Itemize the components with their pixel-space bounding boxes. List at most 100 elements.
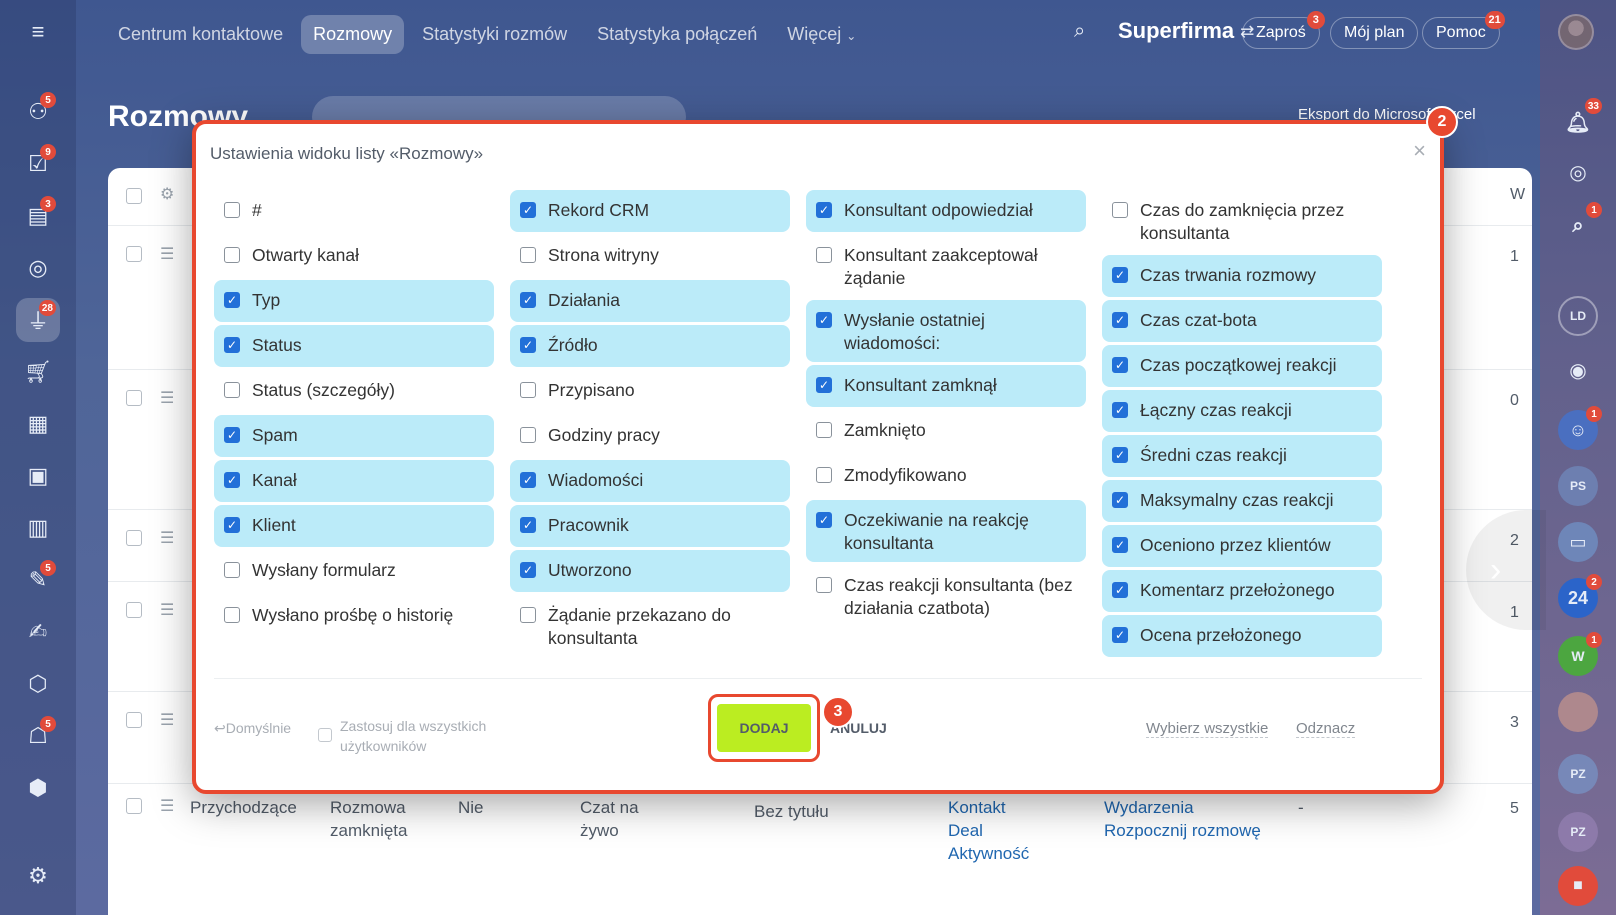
avatar-ld[interactable]: LD bbox=[1558, 296, 1598, 336]
select-all-link[interactable]: Wybierz wszystkie bbox=[1146, 720, 1269, 738]
nav-more[interactable]: Więcej ⌄ bbox=[775, 15, 868, 54]
analytics-icon[interactable]: ▥ bbox=[16, 506, 60, 550]
column-option[interactable]: ✓ Pracownik bbox=[510, 505, 790, 547]
column-option[interactable]: ✓ Konsultant odpowiedział bbox=[806, 190, 1086, 232]
menu-icon[interactable]: ≡ bbox=[16, 10, 60, 54]
add-button[interactable]: DODAJ bbox=[717, 704, 811, 752]
messages-icon[interactable]: ▭ bbox=[1558, 522, 1598, 562]
column-option[interactable]: Czas reakcji konsultanta (bez działania … bbox=[806, 565, 1086, 627]
drag-handle-icon[interactable]: ☰ bbox=[160, 796, 174, 816]
checkbox-unchecked-icon[interactable] bbox=[520, 427, 536, 443]
avatar-w[interactable]: W1 bbox=[1558, 632, 1602, 676]
nav-conversations[interactable]: Rozmowy bbox=[301, 14, 405, 54]
column-option[interactable]: Wysłany formularz bbox=[214, 550, 494, 592]
cart-icon[interactable]: 🛒︎ bbox=[16, 350, 60, 394]
column-option[interactable]: Wysłano prośbę o historię bbox=[214, 595, 494, 637]
cube-icon[interactable]: ⬢ bbox=[16, 766, 60, 810]
column-option[interactable]: Czas do zamknięcia przez konsultanta bbox=[1102, 190, 1382, 252]
avatar-pz-2[interactable]: PZ bbox=[1558, 812, 1598, 852]
column-option[interactable]: Otwarty kanał bbox=[214, 235, 494, 277]
column-option[interactable]: ✓ Komentarz przełożonego bbox=[1102, 570, 1382, 612]
checkbox-checked-icon[interactable]: ✓ bbox=[224, 517, 240, 533]
column-option[interactable]: ✓ Wysłanie ostatniej wiadomości: bbox=[806, 300, 1086, 362]
column-option[interactable]: ✓ Spam bbox=[214, 415, 494, 457]
cell-crm-activity[interactable]: Aktywność bbox=[948, 842, 1029, 865]
drag-handle-icon[interactable]: ☰ bbox=[160, 388, 174, 408]
gear-icon[interactable]: ⚙︎ bbox=[160, 184, 174, 204]
checkbox-unchecked-icon[interactable] bbox=[816, 577, 832, 593]
checkbox-unchecked-icon[interactable] bbox=[520, 247, 536, 263]
column-option[interactable]: Przypisano bbox=[510, 370, 790, 412]
checkbox-checked-icon[interactable]: ✓ bbox=[1112, 402, 1128, 418]
checkbox-checked-icon[interactable]: ✓ bbox=[520, 517, 536, 533]
avatar-pz-1[interactable]: PZ bbox=[1558, 754, 1598, 794]
column-option[interactable]: ✓ Maksymalny czas reakcji bbox=[1102, 480, 1382, 522]
column-option[interactable]: ✓ Czas czat-bota bbox=[1102, 300, 1382, 342]
column-option[interactable]: ✓ Ocena przełożonego bbox=[1102, 615, 1382, 657]
cell-action-start[interactable]: Rozpocznij rozmowę bbox=[1104, 819, 1261, 842]
row-checkbox[interactable] bbox=[126, 798, 142, 814]
checkbox-checked-icon[interactable]: ✓ bbox=[520, 562, 536, 578]
column-option[interactable]: ✓ Łączny czas reakcji bbox=[1102, 390, 1382, 432]
checkbox-unchecked-icon[interactable] bbox=[816, 422, 832, 438]
checkbox-checked-icon[interactable]: ✓ bbox=[1112, 447, 1128, 463]
checkbox-checked-icon[interactable]: ✓ bbox=[520, 202, 536, 218]
drag-handle-icon[interactable]: ☰ bbox=[160, 528, 174, 548]
column-option[interactable]: Konsultant zaakceptował żądanie bbox=[806, 235, 1086, 297]
avatar-ps[interactable]: PS bbox=[1558, 466, 1598, 506]
help-button[interactable]: Pomoc 21 bbox=[1422, 11, 1505, 49]
column-option[interactable]: ✓ Typ bbox=[214, 280, 494, 322]
checkbox-checked-icon[interactable]: ✓ bbox=[224, 292, 240, 308]
checkbox-checked-icon[interactable]: ✓ bbox=[1112, 582, 1128, 598]
checkbox-checked-icon[interactable]: ✓ bbox=[224, 427, 240, 443]
checkbox-checked-icon[interactable]: ✓ bbox=[520, 337, 536, 353]
deselect-link[interactable]: Odznacz bbox=[1296, 720, 1356, 738]
cell-crm-contact[interactable]: Kontakt bbox=[948, 796, 1006, 819]
cell-action-events[interactable]: Wydarzenia bbox=[1104, 796, 1194, 819]
column-option[interactable]: ✓ Średni czas reakcji bbox=[1102, 435, 1382, 477]
checkbox-checked-icon[interactable]: ✓ bbox=[816, 512, 832, 528]
copilot-icon[interactable]: ◉ bbox=[1558, 350, 1598, 390]
checkbox-unchecked-icon[interactable] bbox=[1112, 202, 1128, 218]
sidebar-item-documents[interactable]: ✎ 5 bbox=[16, 558, 60, 602]
avatar-photo[interactable] bbox=[1558, 692, 1598, 732]
nav-contact-center[interactable]: Centrum kontaktowe bbox=[106, 15, 295, 54]
search-icon[interactable]: ⌕ bbox=[1074, 20, 1085, 43]
calendar-icon[interactable]: ▣ bbox=[16, 454, 60, 498]
invite-button[interactable]: Zaproś 3 bbox=[1242, 11, 1325, 49]
checkbox-unchecked-icon[interactable] bbox=[224, 382, 240, 398]
gear-icon[interactable]: ⚙︎ bbox=[16, 854, 60, 898]
checkbox-unchecked-icon[interactable] bbox=[224, 247, 240, 263]
checkbox-unchecked-icon[interactable] bbox=[224, 202, 240, 218]
column-option[interactable]: ✓ Konsultant zamknął bbox=[806, 365, 1086, 407]
checkbox-checked-icon[interactable]: ✓ bbox=[1112, 537, 1128, 553]
sidebar-item-feed[interactable]: ▤ 3 bbox=[16, 194, 60, 238]
sidebar-item-bot[interactable]: ☖ 5 bbox=[16, 714, 60, 758]
row-checkbox[interactable] bbox=[126, 602, 142, 618]
target-icon[interactable]: ◎ bbox=[1558, 152, 1598, 192]
column-option[interactable]: ✓ Wiadomości bbox=[510, 460, 790, 502]
default-button[interactable]: ↩Domyślnie bbox=[214, 720, 291, 737]
column-option[interactable]: Żądanie przekazano do konsultanta bbox=[510, 595, 790, 657]
column-option[interactable]: Strona witryny bbox=[510, 235, 790, 277]
drag-handle-icon[interactable]: ☰ bbox=[160, 244, 174, 264]
column-option[interactable]: Status (szczegóły) bbox=[214, 370, 494, 412]
checkbox-checked-icon[interactable]: ✓ bbox=[1112, 357, 1128, 373]
video-call-icon[interactable]: ■ bbox=[1558, 866, 1598, 906]
row-checkbox[interactable] bbox=[126, 246, 142, 262]
checkbox-checked-icon[interactable]: ✓ bbox=[224, 472, 240, 488]
checkbox-checked-icon[interactable]: ✓ bbox=[224, 337, 240, 353]
column-option[interactable]: ✓ Źródło bbox=[510, 325, 790, 367]
checkbox-unchecked-icon[interactable] bbox=[224, 607, 240, 623]
checkbox-checked-icon[interactable]: ✓ bbox=[520, 472, 536, 488]
column-option[interactable]: Zmodyfikowano bbox=[806, 455, 1086, 497]
checkbox-checked-icon[interactable]: ✓ bbox=[1112, 627, 1128, 643]
store-icon[interactable]: ▦ bbox=[16, 402, 60, 446]
sidebar-item-tasks[interactable]: ☑ 9 bbox=[16, 142, 60, 186]
column-option[interactable]: ✓ Oceniono przez klientów bbox=[1102, 525, 1382, 567]
column-option[interactable]: ✓ Rekord CRM bbox=[510, 190, 790, 232]
select-all-checkbox[interactable] bbox=[126, 188, 142, 204]
column-option[interactable]: ✓ Czas trwania rozmowy bbox=[1102, 255, 1382, 297]
checkbox-checked-icon[interactable]: ✓ bbox=[816, 377, 832, 393]
column-option[interactable]: # bbox=[214, 190, 494, 232]
